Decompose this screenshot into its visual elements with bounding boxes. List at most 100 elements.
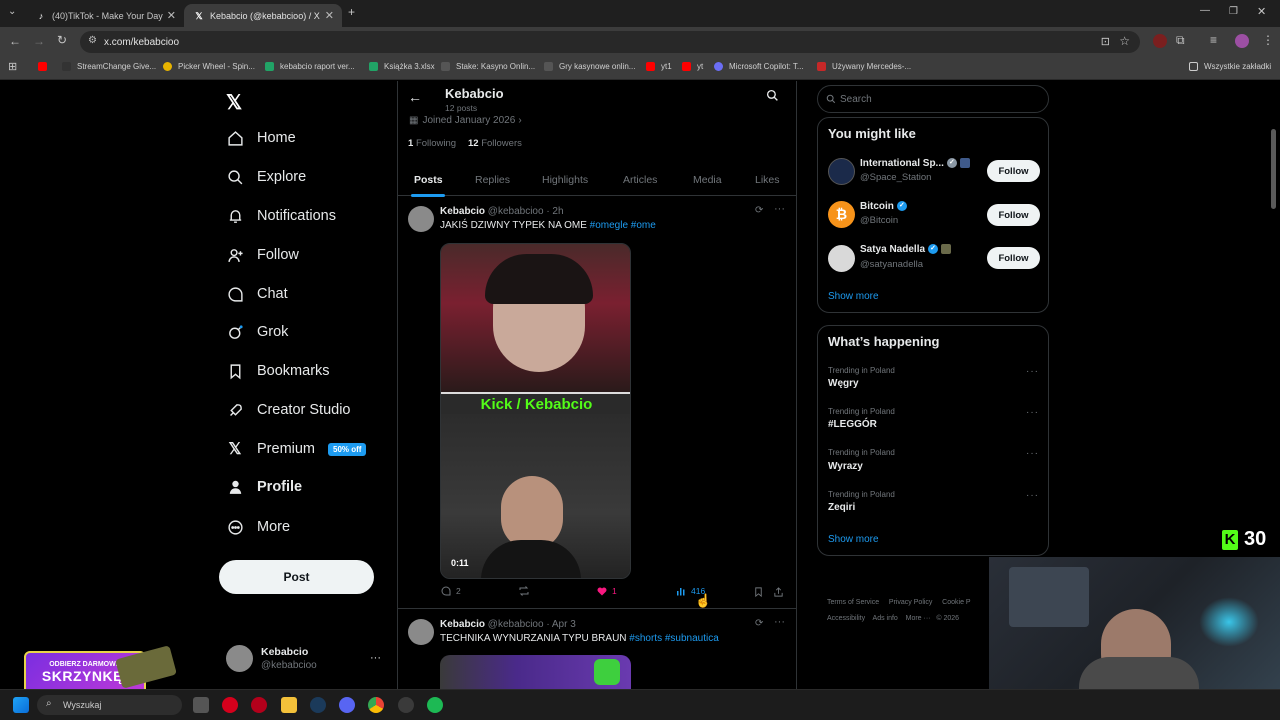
back-icon[interactable]: ← [9,34,21,48]
footer-link[interactable]: Cookie P [942,599,970,606]
bookmark-item[interactable]: Gry kasynowe onlin... [544,62,635,71]
followers-link[interactable]: 12 Followers [468,138,522,149]
extension-adblock-icon[interactable] [1153,34,1167,48]
avatar[interactable] [828,245,855,272]
nav-grok[interactable]: Grok [226,320,288,344]
follow-button[interactable]: Follow [987,204,1040,226]
close-tab-icon[interactable]: ✕ [325,9,334,22]
page-scrollbar-thumb[interactable] [1271,129,1276,209]
post-more-icon[interactable]: ··· [774,616,785,628]
footer-link[interactable]: Terms of Service [827,599,879,606]
install-app-icon[interactable]: ⊡ [1101,35,1110,48]
chrome-icon[interactable] [368,697,384,713]
tab-replies[interactable]: Replies [475,174,510,186]
all-bookmarks-button[interactable]: Wszystkie zakładki [1189,62,1271,71]
trend-name[interactable]: #LEGGÓR [828,419,877,430]
browser-menu-icon[interactable]: ⋮ [1262,33,1274,47]
share-icon[interactable] [773,585,784,603]
reading-list-icon[interactable]: ≡ [1210,33,1217,47]
nav-follow[interactable]: Follow [226,243,299,267]
avatar[interactable] [828,158,855,185]
trend-more-icon[interactable]: ··· [1026,490,1039,501]
discord-icon[interactable] [339,697,355,713]
footer-link[interactable]: Privacy Policy [889,599,933,606]
reply-button[interactable]: 2 [440,585,461,597]
follow-button[interactable]: Follow [987,247,1040,269]
nav-explore[interactable]: Explore [226,165,306,189]
suggestion-name[interactable]: Bitcoin ✓ [860,201,907,212]
following-link[interactable]: 1 Following [408,138,456,149]
address-bar[interactable]: ⚙ x.com/kebabcioo ⊡ ☆ [80,31,1140,53]
close-window-icon[interactable]: ✕ [1257,5,1266,18]
grok-analyze-icon[interactable]: ⟳ [755,618,763,629]
bookmark-item[interactable]: yt1 [646,62,672,71]
tab-list-chevron-icon[interactable]: ⌄ [8,6,16,17]
opera-icon[interactable] [222,697,238,713]
bookmark-item[interactable]: yt [682,62,703,71]
windows-start-icon[interactable] [13,697,29,713]
trend-more-icon[interactable]: ··· [1026,366,1039,377]
back-arrow-icon[interactable]: ← [408,89,422,105]
x-logo-icon[interactable]: 𝕏 [226,90,242,115]
nav-chat[interactable]: Chat [226,282,288,306]
bitcoin-icon[interactable]: ₿ [828,201,855,228]
new-tab-button[interactable]: + [348,5,355,19]
bookmark-icon[interactable] [753,585,764,603]
spotify-icon[interactable] [427,697,443,713]
reload-icon[interactable]: ↻ [57,33,67,47]
bookmark-item[interactable]: Książka 3.xlsx [369,62,435,71]
bookmark-item[interactable]: Microsoft Copilot: T... [714,62,804,71]
bookmark-item[interactable]: StreamChange Give... [62,62,156,71]
post-hashtags[interactable]: #omegle #ome [590,220,656,231]
trend-more-icon[interactable]: ··· [1026,448,1039,459]
search-icon[interactable] [766,89,779,107]
tab-highlights[interactable]: Highlights [542,174,588,186]
account-more-icon[interactable]: ··· [370,652,381,664]
show-more-link[interactable]: Show more [828,534,879,545]
task-view-icon[interactable] [193,697,209,713]
bookmark-item[interactable]: kebabcio raport ver... [265,62,355,71]
nav-bookmarks[interactable]: Bookmarks [226,359,330,383]
search-input[interactable]: Search [817,85,1049,113]
forward-icon[interactable]: → [33,34,45,48]
trend-more-icon[interactable]: ··· [1026,407,1039,418]
suggestion-name[interactable]: Satya Nadella ✓ [860,244,952,255]
bookmark-star-icon[interactable]: ☆ [1119,34,1130,48]
trend-name[interactable]: Zeqiri [828,502,855,513]
site-info-icon[interactable]: ⚙ [88,35,97,46]
extensions-icon[interactable]: ⧉ [1176,33,1185,48]
maximize-icon[interactable]: ❐ [1229,6,1238,17]
like-button[interactable]: 1 [596,585,617,597]
file-explorer-icon[interactable] [281,697,297,713]
repost-button[interactable] [518,585,534,597]
nav-more[interactable]: More [226,515,290,539]
nav-profile[interactable]: Profile [226,475,302,499]
profile-avatar-icon[interactable] [1235,34,1249,48]
follow-button[interactable]: Follow [987,160,1040,182]
taskbar-search[interactable]: ⌕ Wyszukaj [37,695,182,715]
apps-grid-icon[interactable]: ⊞ [8,60,17,73]
tab-media[interactable]: Media [693,174,722,186]
trend-name[interactable]: Węgry [828,378,859,389]
nav-premium[interactable]: 𝕏 Premium 50% off [226,437,367,461]
show-more-link[interactable]: Show more [828,291,879,302]
opera-gx-icon[interactable] [251,697,267,713]
close-tab-icon[interactable]: ✕ [167,9,176,22]
post-more-icon[interactable]: ··· [774,203,785,215]
trend-name[interactable]: Wyrazy [828,461,863,472]
post-video-thumbnail[interactable] [440,655,631,689]
browser-tab-tiktok[interactable]: ♪ (40)TikTok - Make Your Day ✕ [26,4,184,27]
grok-analyze-icon[interactable]: ⟳ [755,205,763,216]
nav-notifications[interactable]: Notifications [226,204,336,228]
post-card[interactable]: Kebabcio @kebabcioo · 2h ⟳ ··· JAKIŚ DZI… [398,197,796,609]
nav-creator-studio[interactable]: Creator Studio [226,398,351,422]
footer-link[interactable]: Ads info [873,615,898,622]
tab-posts[interactable]: Posts [414,174,443,186]
tab-likes[interactable]: Likes [755,174,780,186]
post-hashtags[interactable]: #shorts #subnautica [629,633,719,644]
browser-tab-x[interactable]: 𝕏 Kebabcio (@kebabcioo) / X ✕ [184,4,342,27]
steam-icon[interactable] [310,697,326,713]
post-button[interactable]: Post [219,560,374,594]
bookmark-item[interactable]: Używany Mercedes-... [817,62,911,71]
bookmark-item[interactable]: Stake: Kasyno Onlin... [441,62,535,71]
